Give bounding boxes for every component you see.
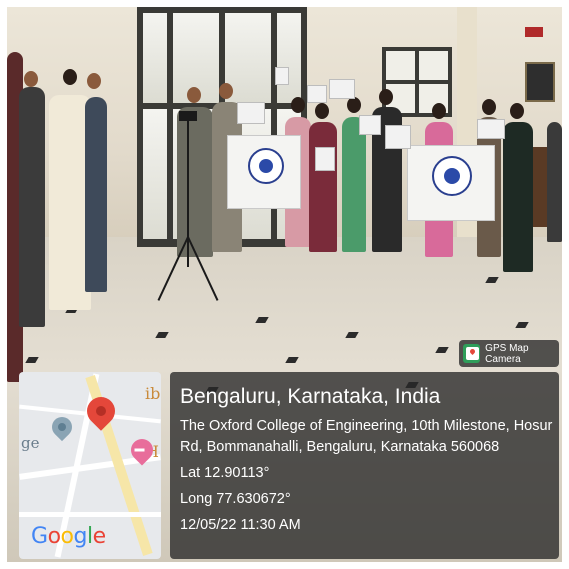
location-title: Bengaluru, Karnataka, India xyxy=(180,385,441,408)
person xyxy=(309,122,337,252)
person xyxy=(19,87,45,327)
photo-frame: GPS Map Camera ge ib H Google Bengaluru,… xyxy=(7,7,562,562)
gps-camera-icon xyxy=(463,344,481,363)
ieee-banner xyxy=(227,135,301,209)
placard xyxy=(359,115,381,135)
wall-portrait xyxy=(525,62,555,102)
person xyxy=(85,97,107,292)
camera xyxy=(179,111,197,121)
placard xyxy=(237,102,265,124)
placard xyxy=(385,125,411,149)
map-label-fragment: ib xyxy=(145,384,161,403)
google-logo: Google xyxy=(31,524,106,549)
address-line: Rd, Bommanahalli, Bengaluru, Karnataka 5… xyxy=(180,439,500,455)
google-logo-letter: g xyxy=(73,524,88,549)
longitude: Long 77.630672° xyxy=(180,491,291,507)
gps-map-camera-badge: GPS Map Camera xyxy=(459,340,559,367)
google-logo-letter: o xyxy=(47,524,61,549)
tripod xyxy=(187,117,189,267)
exit-sign xyxy=(525,27,543,37)
person xyxy=(177,107,213,257)
placard xyxy=(315,147,335,171)
timestamp: 12/05/22 11:30 AM xyxy=(180,517,301,533)
ieee-banner xyxy=(407,145,495,221)
placard xyxy=(329,79,355,99)
location-info-card: Bengaluru, Karnataka, India The Oxford C… xyxy=(170,372,559,559)
address-line: The Oxford College of Engineering, 10th … xyxy=(180,418,553,434)
placard xyxy=(477,119,505,139)
google-logo-letter: e xyxy=(92,524,107,549)
map-label-fragment: ge xyxy=(21,434,40,452)
google-logo-letter: o xyxy=(60,524,74,549)
person xyxy=(547,122,562,242)
placard xyxy=(275,67,289,85)
badge-label: GPS Map Camera xyxy=(485,342,529,365)
map-thumbnail: ge ib H Google xyxy=(19,372,161,559)
place-marker-icon xyxy=(47,412,77,442)
person xyxy=(503,122,533,272)
google-logo-letter: G xyxy=(31,524,48,549)
person xyxy=(342,117,366,252)
placard xyxy=(307,85,327,103)
latitude: Lat 12.90113° xyxy=(180,465,270,481)
